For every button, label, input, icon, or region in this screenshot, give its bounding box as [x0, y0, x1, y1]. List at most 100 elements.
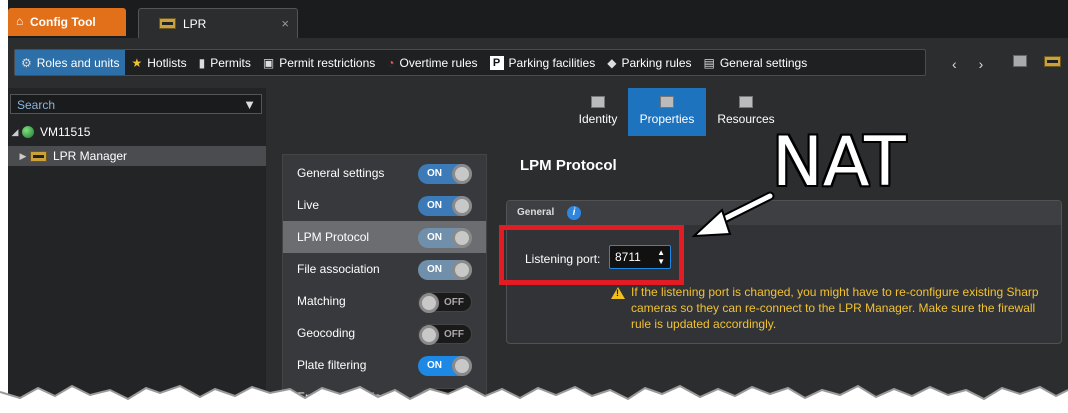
ribbon-item-parking-rules[interactable]: ◆ Parking rules	[601, 50, 697, 75]
filter-icon[interactable]: ▼	[243, 97, 256, 112]
nat-annotation: NAT	[772, 123, 906, 202]
toggle-knob	[452, 164, 472, 184]
toggle-switch[interactable]: ON	[418, 356, 472, 376]
tab-properties-label: Properties	[639, 112, 695, 126]
settings-list: General settings ON Live ON LPM Protocol ON Fi…	[282, 154, 487, 413]
permit-icon: ▮	[198, 55, 206, 70]
settings-item-geocoding[interactable]: Geocoding OFF	[283, 317, 486, 349]
settings-item-label: Live	[297, 198, 320, 212]
permit-restriction-icon: ▣	[262, 55, 275, 70]
previous-arrow-icon[interactable]: ‹	[952, 56, 957, 72]
ribbon-item-roles-and-units[interactable]: ⚙ Roles and units	[15, 50, 126, 75]
settings-item-matching[interactable]: Matching OFF	[283, 285, 486, 317]
search-placeholder: Search	[17, 98, 56, 112]
highlight-box	[499, 225, 684, 285]
lpr-task-icon[interactable]	[1044, 56, 1061, 67]
settings-item-email-notification[interactable]: Email notification OFF	[283, 381, 486, 413]
ribbon-item-general-settings[interactable]: ▤ General settings	[698, 50, 814, 75]
toggle-state-label: ON	[427, 168, 442, 179]
tab-config-tool-label: Config Tool	[30, 15, 96, 29]
parking-rule-icon: ◆	[607, 55, 617, 70]
tab-identity[interactable]: Identity	[558, 88, 638, 136]
settings-item-lpm-protocol[interactable]: LPM Protocol ON	[283, 221, 486, 253]
ribbon-item-overtime-rules[interactable]: ◔ Overtime rules	[381, 50, 483, 75]
settings-item-general-settings[interactable]: General settings ON	[283, 157, 486, 189]
settings-item-live[interactable]: Live ON	[283, 189, 486, 221]
nav-arrows: ‹ ›	[952, 56, 1001, 72]
app-window: ⌂ Config Tool LPR × ⚙ Roles and units ★ Hot…	[8, 0, 1068, 413]
settings-item-label: Geocoding	[297, 326, 356, 340]
properties-icon	[660, 96, 674, 108]
tree-item-label: LPR Manager	[53, 149, 128, 163]
settings-item-label: General settings	[297, 166, 385, 180]
identity-icon	[591, 96, 605, 108]
settings-item-label: Plate filtering	[297, 358, 367, 372]
toggle-knob	[419, 325, 439, 345]
settings-item-label: Email notification	[297, 390, 388, 404]
warning-icon	[611, 287, 625, 299]
toggle-state-label: ON	[427, 360, 442, 371]
toggle-switch[interactable]: OFF	[418, 324, 472, 345]
toggle-state-label: OFF	[444, 297, 464, 308]
ribbon-item-label: Roles and units	[36, 55, 120, 70]
task-ribbon: ⚙ Roles and units ★ Hotlists ▮ Permits ▣ Permit…	[8, 38, 1068, 88]
tab-properties[interactable]: Properties	[628, 88, 706, 136]
expand-arrow-icon[interactable]: ◢	[8, 127, 22, 138]
overtime-icon: ◔	[387, 55, 395, 70]
tree-item-vm11515[interactable]: ◢ VM11515	[8, 122, 266, 142]
settings-item-file-association[interactable]: File association ON	[283, 253, 486, 285]
toggle-switch[interactable]: ON	[418, 260, 472, 280]
toggle-state-label: OFF	[444, 393, 464, 404]
settings-item-label: Matching	[297, 294, 346, 308]
toggle-knob	[452, 260, 472, 280]
page-title: LPM Protocol	[520, 157, 617, 174]
toggle-switch[interactable]: ON	[418, 196, 472, 216]
toggle-state-label: ON	[427, 264, 442, 275]
tab-lpr[interactable]: LPR ×	[138, 8, 298, 38]
toggle-knob	[419, 293, 439, 313]
ribbon-item-permits[interactable]: ▮ Permits	[193, 50, 257, 75]
tree-item-lpr-manager[interactable]: ▶ LPR Manager	[8, 146, 266, 166]
settings-item-label: LPM Protocol	[297, 230, 370, 244]
lpr-icon	[159, 18, 176, 29]
server-globe-icon	[22, 126, 34, 138]
ribbon-item-permit-restrictions[interactable]: ▣ Permit restrictions	[257, 50, 381, 75]
general-settings-icon: ▤	[703, 55, 715, 70]
ribbon-item-label: Hotlists	[147, 55, 187, 70]
tab-lpr-label: LPR	[183, 17, 207, 31]
tab-identity-label: Identity	[578, 112, 618, 126]
collapse-arrow-icon[interactable]: ▶	[16, 151, 30, 162]
home-icon: ⌂	[16, 14, 24, 28]
toggle-switch[interactable]: ON	[418, 228, 472, 248]
page-tabs: Identity Properties Resources	[266, 88, 1068, 140]
group-header: General i	[507, 201, 1061, 225]
lpr-manager-icon	[30, 150, 47, 162]
ribbon-item-parking-facilities[interactable]: P Parking facilities	[484, 50, 602, 75]
warning-message: If the listening port is changed, you mi…	[631, 285, 1039, 331]
toggle-switch[interactable]: OFF	[418, 388, 472, 409]
resources-icon	[739, 96, 753, 108]
group-title: General	[517, 207, 555, 218]
settings-item-plate-filtering[interactable]: Plate filtering ON	[283, 349, 486, 381]
pin-icon[interactable]	[1013, 55, 1027, 67]
toggle-switch[interactable]: ON	[418, 164, 472, 184]
ribbon-item-label: General settings	[719, 55, 808, 70]
toggle-switch[interactable]: OFF	[418, 292, 472, 313]
close-icon[interactable]: ×	[281, 16, 289, 31]
tab-config-tool[interactable]: ⌂ Config Tool	[8, 8, 126, 36]
toggle-knob	[452, 228, 472, 248]
tree-item-label: VM11515	[40, 125, 91, 139]
toggle-state-label: OFF	[444, 329, 464, 340]
settings-item-label: File association	[297, 262, 380, 276]
toggle-knob	[419, 389, 439, 409]
ribbon-item-label: Parking facilities	[508, 55, 596, 70]
ribbon-item-label: Permit restrictions	[279, 55, 376, 70]
info-icon[interactable]: i	[567, 206, 581, 220]
entity-tree-panel: Search ▼ ◢ VM11515 ▶ LPR Manager	[8, 88, 267, 413]
ribbon-item-hotlists[interactable]: ★ Hotlists	[125, 50, 192, 75]
search-input[interactable]: Search ▼	[10, 94, 262, 114]
ribbon-item-label: Parking rules	[621, 55, 692, 70]
next-arrow-icon[interactable]: ›	[979, 56, 984, 72]
tab-strip: ⌂ Config Tool LPR ×	[8, 0, 1068, 38]
tab-resources-label: Resources	[717, 112, 775, 126]
